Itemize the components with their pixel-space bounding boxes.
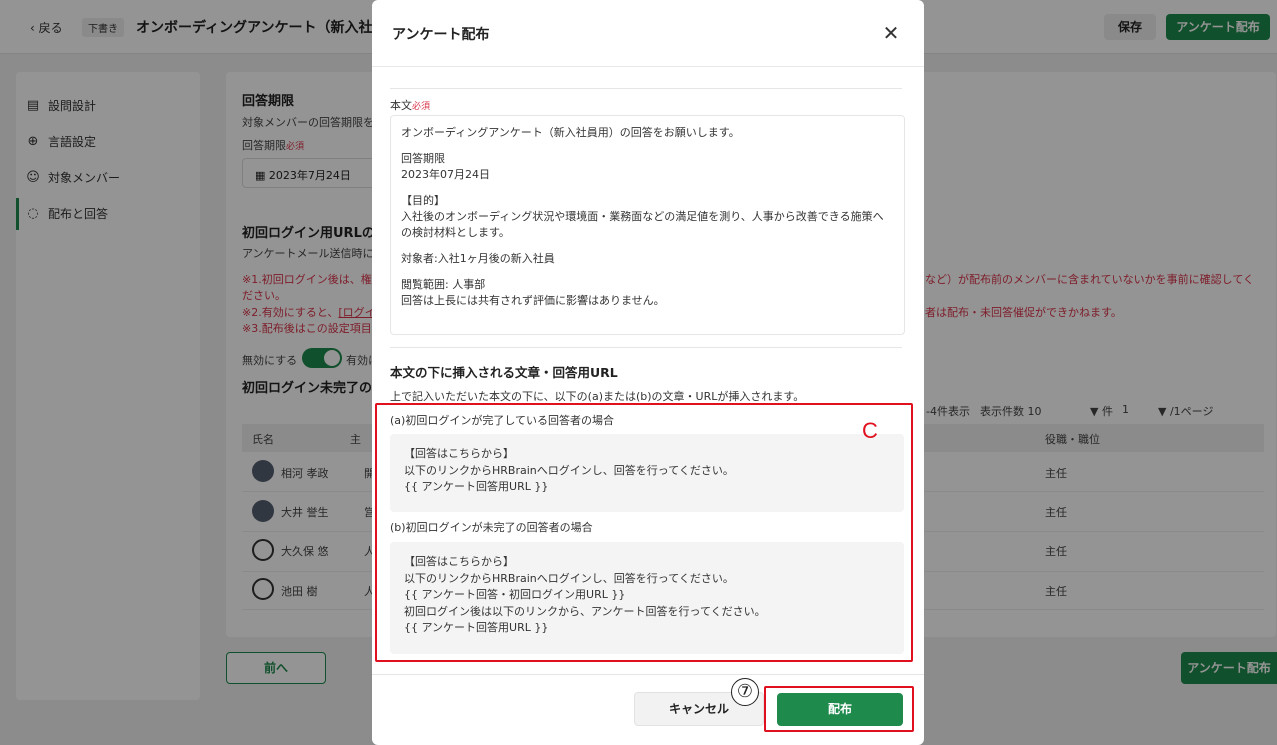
modal-header: アンケート配布 ✕ [372,0,924,67]
body-paragraph: 対象者:入社1ヶ月後の新入社員 [401,252,555,265]
annotation-box-c [375,403,913,662]
annotation-step-7-label: ⑦ [731,678,759,706]
body-paragraph: 【目的】 入社後のオンボーディング状況や環境面・業務面などの満足値を測り、人事か… [401,194,884,239]
divider [372,674,924,675]
annotation-label-c: C [862,418,878,443]
required-mark: 必須 [412,102,431,112]
body-paragraph: 回答期限 2023年07月24日 [401,152,490,181]
divider [390,88,902,89]
close-icon[interactable]: ✕ [880,22,902,44]
body-label: 本文必須 [390,97,430,113]
body-paragraph: オンボーディングアンケート（新入社員用）の回答をお願いします。 [401,126,740,139]
body-textarea[interactable]: オンボーディングアンケート（新入社員用）の回答をお願いします。 回答期限 202… [390,115,905,335]
insert-section-description: 上で記入いただいた本文の下に、以下の(a)または(b)の文章・URLが挿入されま… [390,390,805,403]
annotation-box-step-7 [764,686,914,732]
divider [390,347,902,348]
body-paragraph: 閲覧範囲: 人事部 回答は上長には共有されず評価に影響はありません。 [401,278,665,307]
modal-title: アンケート配布 [392,27,490,43]
insert-section-title: 本文の下に挿入される文章・回答用URL [390,365,618,380]
body-label-text: 本文 [390,99,412,112]
